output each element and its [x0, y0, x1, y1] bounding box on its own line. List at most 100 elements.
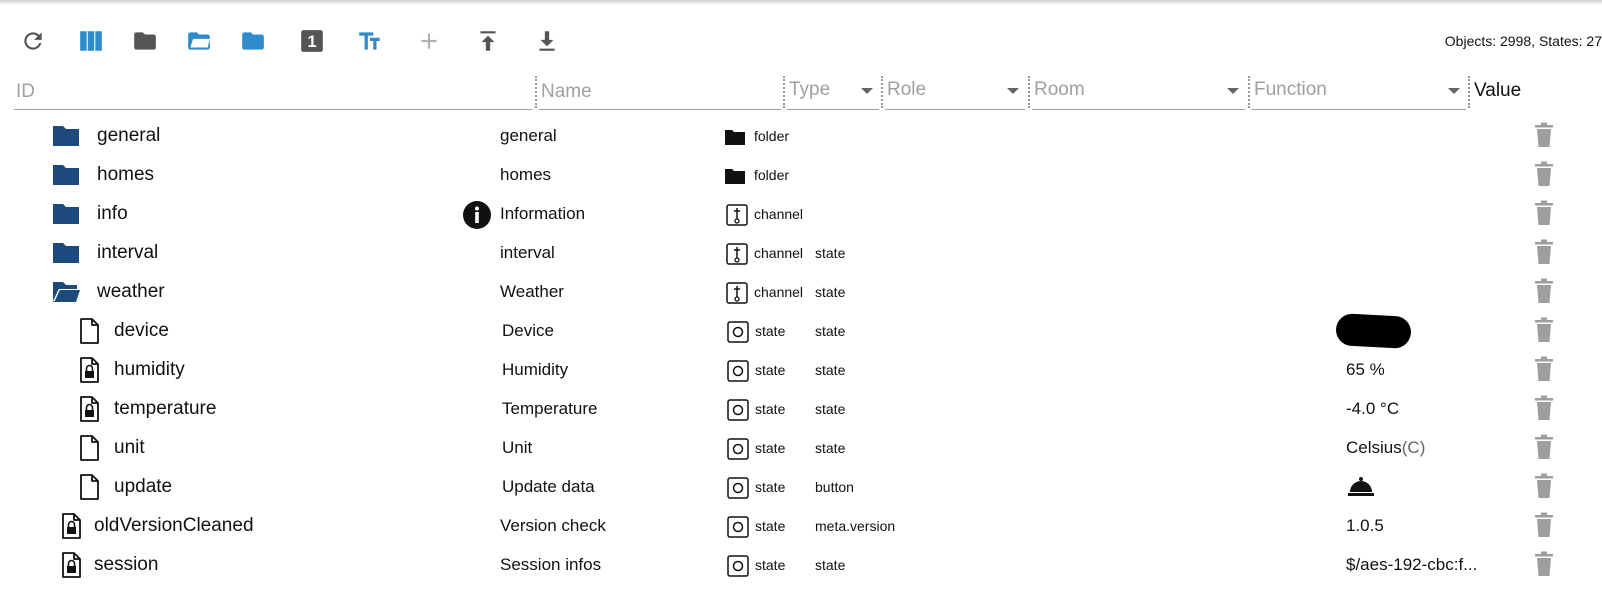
- upload-icon: [480, 31, 496, 51]
- expand-one-level-button[interactable]: [235, 23, 271, 59]
- table-row[interactable]: unit Unit state state Celsius(C): [0, 428, 1602, 467]
- state-icon: [727, 555, 749, 577]
- text-size-button[interactable]: [352, 23, 388, 59]
- upload-button[interactable]: [470, 23, 506, 59]
- file-icon: [76, 474, 102, 500]
- type-filter: Type: [787, 74, 879, 112]
- table-row[interactable]: temperature Temperature state state -4.0…: [0, 389, 1602, 428]
- column-resizer[interactable]: [1028, 76, 1030, 108]
- row-type: channel: [754, 206, 804, 222]
- trash-icon[interactable]: [1534, 473, 1554, 499]
- table-row[interactable]: weather Weather channel state: [0, 272, 1602, 311]
- row-name: general: [500, 126, 557, 145]
- table-row[interactable]: general general folder: [0, 116, 1602, 155]
- row-id: humidity: [114, 359, 185, 380]
- state-icon: [727, 321, 749, 343]
- table-row[interactable]: info Information channel: [0, 194, 1602, 233]
- row-value[interactable]: Celsius(C): [1346, 438, 1425, 458]
- row-value[interactable]: -4.0 °C: [1346, 399, 1399, 419]
- row-type: state: [755, 323, 786, 339]
- row-id: general: [97, 125, 161, 146]
- id-filter: [14, 74, 532, 112]
- trash-icon[interactable]: [1534, 278, 1554, 304]
- role-filter-select[interactable]: Role: [885, 74, 1025, 110]
- row-type: state: [755, 440, 786, 456]
- level-one-button[interactable]: 1: [294, 23, 330, 59]
- table-row[interactable]: homes homes folder: [0, 155, 1602, 194]
- column-resizer[interactable]: [1248, 76, 1250, 108]
- file-lock-icon: [58, 513, 84, 539]
- bell-button-icon[interactable]: [1348, 475, 1374, 497]
- row-type: channel: [754, 245, 804, 261]
- download-button[interactable]: [529, 23, 565, 59]
- folder-icon: [51, 123, 81, 149]
- row-name: interval: [500, 243, 555, 262]
- expand-all-button[interactable]: [181, 23, 217, 59]
- value-column-header: Value: [1474, 80, 1522, 101]
- value-unit: %: [1369, 360, 1385, 379]
- window-top-edge: [0, 0, 1602, 4]
- state-icon: [727, 399, 749, 421]
- name-filter: [539, 74, 781, 112]
- trash-icon[interactable]: [1534, 161, 1554, 187]
- trash-icon[interactable]: [1534, 512, 1554, 538]
- row-role: state: [815, 245, 846, 261]
- row-name: Information: [500, 204, 586, 223]
- folder-type-icon: [724, 165, 746, 187]
- trash-icon[interactable]: [1534, 317, 1554, 343]
- trash-icon[interactable]: [1534, 551, 1554, 577]
- row-id: oldVersionCleaned: [94, 515, 254, 536]
- id-filter-input[interactable]: [14, 74, 532, 110]
- column-resizer[interactable]: [1468, 76, 1470, 108]
- trash-icon[interactable]: [1534, 356, 1554, 382]
- table-row[interactable]: device Device state state: [0, 311, 1602, 350]
- row-role: meta.version: [815, 518, 896, 534]
- row-value[interactable]: $/aes-192-cbc:f...: [1346, 555, 1477, 575]
- row-role: state: [815, 440, 846, 456]
- table-row[interactable]: humidity Humidity state state 65 %: [0, 350, 1602, 389]
- room-filter: Room: [1032, 74, 1245, 112]
- add-button[interactable]: [411, 23, 447, 59]
- table-row[interactable]: session Session infos state state $/aes-…: [0, 545, 1602, 584]
- folder-open-icon[interactable]: [51, 279, 81, 305]
- table-row[interactable]: update Update data state button: [0, 467, 1602, 506]
- row-type: folder: [754, 128, 790, 144]
- name-filter-input[interactable]: [539, 74, 781, 110]
- chevron-down-icon: [1227, 88, 1239, 94]
- info-icon: [462, 200, 492, 230]
- chevron-down-icon: [861, 88, 873, 94]
- row-name: homes: [500, 165, 552, 184]
- text-size-icon: [359, 32, 380, 50]
- row-value[interactable]: 65 %: [1346, 360, 1385, 380]
- row-role: button: [815, 479, 854, 495]
- row-type: state: [755, 479, 786, 495]
- objects-states-count: Objects: 2998, States: 27: [1444, 33, 1602, 49]
- chevron-down-icon: [1007, 88, 1019, 94]
- trash-icon[interactable]: [1534, 200, 1554, 226]
- row-value[interactable]: 1.0.5: [1346, 516, 1384, 536]
- trash-icon[interactable]: [1534, 395, 1554, 421]
- row-name: Humidity: [502, 360, 569, 379]
- trash-icon[interactable]: [1534, 434, 1554, 460]
- collapse-all-button[interactable]: [127, 23, 163, 59]
- column-resizer[interactable]: [783, 76, 785, 108]
- trash-icon[interactable]: [1534, 122, 1554, 148]
- row-name: Update data: [502, 477, 595, 496]
- type-filter-select[interactable]: Type: [787, 74, 879, 110]
- refresh-button[interactable]: [15, 23, 51, 59]
- room-filter-select[interactable]: Room: [1032, 74, 1245, 110]
- table-row[interactable]: interval interval channel state: [0, 233, 1602, 272]
- row-role: state: [815, 557, 846, 573]
- column-resizer[interactable]: [881, 76, 883, 108]
- column-resizer[interactable]: [535, 76, 537, 108]
- row-id: update: [114, 476, 173, 497]
- columns-button[interactable]: [73, 23, 109, 59]
- function-filter-select[interactable]: Function: [1252, 74, 1466, 110]
- row-type: folder: [754, 167, 790, 183]
- role-filter: Role: [885, 74, 1025, 112]
- table-row[interactable]: oldVersionCleaned Version check state me…: [0, 506, 1602, 545]
- trash-icon[interactable]: [1534, 239, 1554, 265]
- value-text: Celsius: [1346, 438, 1402, 457]
- columns-icon: [80, 31, 102, 51]
- channel-icon: [726, 282, 748, 304]
